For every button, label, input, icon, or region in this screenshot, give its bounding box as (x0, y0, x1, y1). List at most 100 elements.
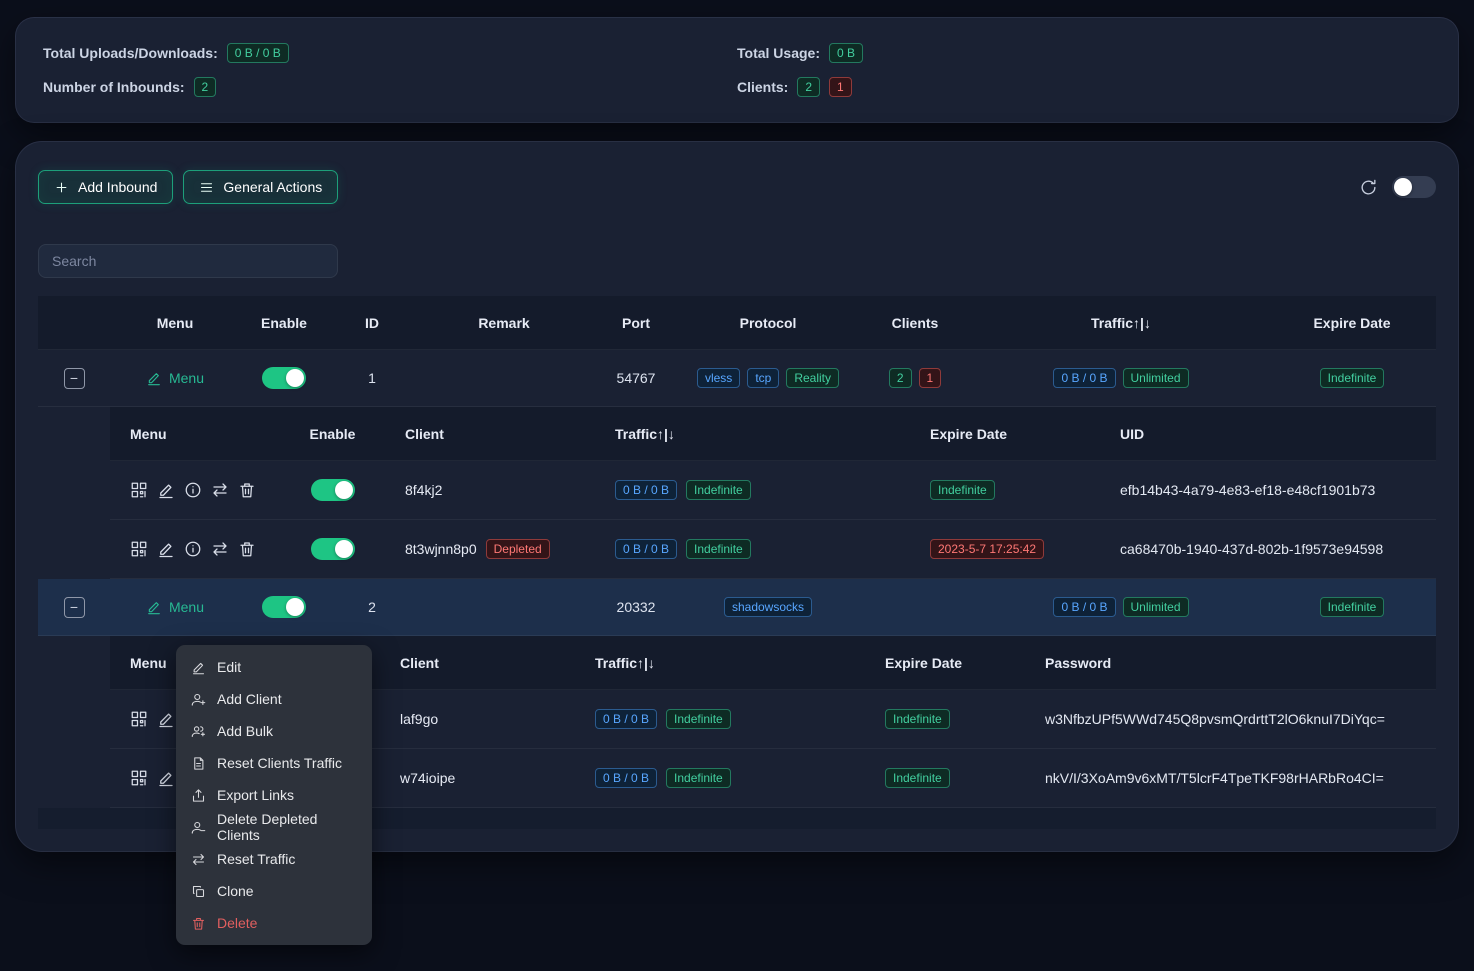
qrcode-icon[interactable] (130, 769, 148, 787)
qrcode-icon[interactable] (130, 540, 148, 558)
inbound-menu-button[interactable]: Menu (146, 599, 204, 615)
menu-item-export-links[interactable]: Export Links (176, 779, 372, 811)
traffic-badge: 0 B / 0 B (595, 768, 657, 788)
col-menu: Menu (110, 315, 240, 331)
menu-item-delete-depleted-clients[interactable]: Delete Depleted Clients (176, 811, 372, 843)
col-expire-date: Expire Date (910, 426, 1100, 442)
expire-badge: 2023-5-7 17:25:42 (930, 539, 1044, 559)
menu-item-delete[interactable]: Delete (176, 907, 372, 939)
edit-client-icon[interactable] (157, 710, 175, 728)
client-enable-toggle[interactable] (311, 538, 355, 560)
col-traffic-sort[interactable]: Traffic↑|↓ (575, 655, 865, 671)
cell-id: 2 (328, 599, 416, 615)
col-menu: Menu (110, 426, 280, 442)
menu-item-label: Add Client (217, 691, 282, 707)
cell-traffic: 0 B / 0 B Unlimited (974, 597, 1268, 617)
col-remark: Remark (416, 315, 592, 331)
reset-clients-traffic-icon (191, 756, 206, 771)
depleted-badge: Depleted (486, 539, 550, 559)
clients-subtable-1-header: Menu Enable Client Traffic↑|↓ Expire Dat… (110, 407, 1436, 461)
traffic-limit-badge: Indefinite (686, 480, 751, 500)
client-enable-toggle[interactable] (311, 479, 355, 501)
menu-item-add-bulk[interactable]: Add Bulk (176, 715, 372, 747)
traffic-limit-badge: Indefinite (686, 539, 751, 559)
cell-port: 54767 (592, 370, 680, 386)
inbound-menu-label: Menu (169, 599, 204, 615)
traffic-limit-badge: Unlimited (1123, 597, 1189, 617)
clients-subtable-1: Menu Enable Client Traffic↑|↓ Expire Dat… (110, 407, 1436, 579)
traffic-badge: 0 B / 0 B (1053, 597, 1115, 617)
network-badge: tcp (747, 368, 779, 388)
traffic-badge: 0 B / 0 B (1053, 368, 1115, 388)
stat-label-uploads-downloads: Total Uploads/Downloads: (43, 45, 218, 61)
qrcode-icon[interactable] (130, 481, 148, 499)
stats-card: Total Uploads/Downloads: 0 B / 0 B Total… (16, 18, 1458, 122)
search-input[interactable] (38, 244, 338, 278)
col-client: Client (380, 655, 575, 671)
toolbar-right (1359, 176, 1436, 198)
menu-item-label: Delete Depleted Clients (217, 811, 357, 843)
menu-item-edit[interactable]: Edit (176, 651, 372, 683)
col-client: Client (385, 426, 595, 442)
edit-client-icon[interactable] (157, 769, 175, 787)
security-badge: Reality (786, 368, 839, 388)
client-name: laf9go (400, 711, 438, 727)
edit-client-icon[interactable] (157, 481, 175, 499)
inbound-enable-toggle[interactable] (262, 596, 306, 618)
menu-item-reset-traffic[interactable]: Reset Traffic (176, 843, 372, 875)
traffic-limit-badge: Indefinite (666, 709, 731, 729)
client-row: 8f4kj2 0 B / 0 B Indefinite Indefinite e… (110, 461, 1436, 520)
col-enable: Enable (240, 315, 328, 331)
edit-client-icon[interactable] (157, 540, 175, 558)
stat-value-clients-depleted: 1 (829, 77, 852, 97)
col-expire-date: Expire Date (865, 655, 1025, 671)
toolbar: Add Inbound General Actions (38, 170, 1436, 204)
reset-client-traffic-icon[interactable] (211, 481, 229, 499)
client-password: w3NfbzUPf5WWd745Q8pvsmQrdrttT2lO6knuI7Di… (1045, 711, 1385, 727)
inbound-enable-toggle[interactable] (262, 367, 306, 389)
reset-traffic-icon (191, 852, 206, 867)
col-traffic-sort[interactable]: Traffic↑|↓ (974, 315, 1268, 331)
refresh-icon[interactable] (1359, 178, 1378, 197)
expire-badge: Indefinite (885, 768, 950, 788)
stat-clients: Clients: 2 1 (737, 76, 1431, 98)
client-actions (110, 481, 280, 499)
stat-total-uploads-downloads: Total Uploads/Downloads: 0 B / 0 B (43, 42, 737, 64)
cell-protocol: vless tcp Reality (680, 368, 856, 388)
stat-value-inbounds: 2 (194, 77, 217, 97)
traffic-badge: 0 B / 0 B (615, 539, 677, 559)
info-icon[interactable] (184, 481, 202, 499)
add-inbound-button[interactable]: Add Inbound (38, 170, 173, 204)
clients-depleted-badge: 1 (919, 368, 942, 388)
protocol-badge: vless (697, 368, 740, 388)
delete-client-icon[interactable] (238, 481, 256, 499)
delete-client-icon[interactable] (238, 540, 256, 558)
menu-item-label: Clone (217, 883, 254, 899)
general-actions-button[interactable]: General Actions (183, 170, 338, 204)
inbound-table-header: Menu Enable ID Remark Port Protocol Clie… (38, 296, 1436, 350)
client-password: nkV/I/3XoAm9v6xMT/T5lcrF4TpeTKF98rHARbRo… (1045, 770, 1384, 786)
inbound-menu-button[interactable]: Menu (146, 370, 204, 386)
client-name: 8t3wjnn8p0 (405, 541, 477, 557)
edit-icon (146, 370, 162, 386)
menu-item-reset-clients-traffic[interactable]: Reset Clients Traffic (176, 747, 372, 779)
expire-badge: Indefinite (930, 480, 995, 500)
expire-badge: Indefinite (1320, 368, 1385, 388)
collapse-row-button[interactable]: − (64, 597, 85, 618)
info-icon[interactable] (184, 540, 202, 558)
col-protocol: Protocol (680, 315, 856, 331)
protocol-badge: shadowsocks (724, 597, 812, 617)
collapse-row-button[interactable]: − (64, 368, 85, 389)
reset-client-traffic-icon[interactable] (211, 540, 229, 558)
plus-icon (54, 180, 69, 195)
cell-id: 1 (328, 370, 416, 386)
menu-item-add-client[interactable]: Add Client (176, 683, 372, 715)
menu-item-label: Add Bulk (217, 723, 273, 739)
qrcode-icon[interactable] (130, 710, 148, 728)
delete-depleted-clients-icon (191, 820, 206, 835)
dark-mode-toggle[interactable] (1392, 176, 1436, 198)
col-password: Password (1025, 655, 1436, 671)
traffic-badge: 0 B / 0 B (595, 709, 657, 729)
col-traffic-sort[interactable]: Traffic↑|↓ (595, 426, 910, 442)
menu-item-clone[interactable]: Clone (176, 875, 372, 907)
